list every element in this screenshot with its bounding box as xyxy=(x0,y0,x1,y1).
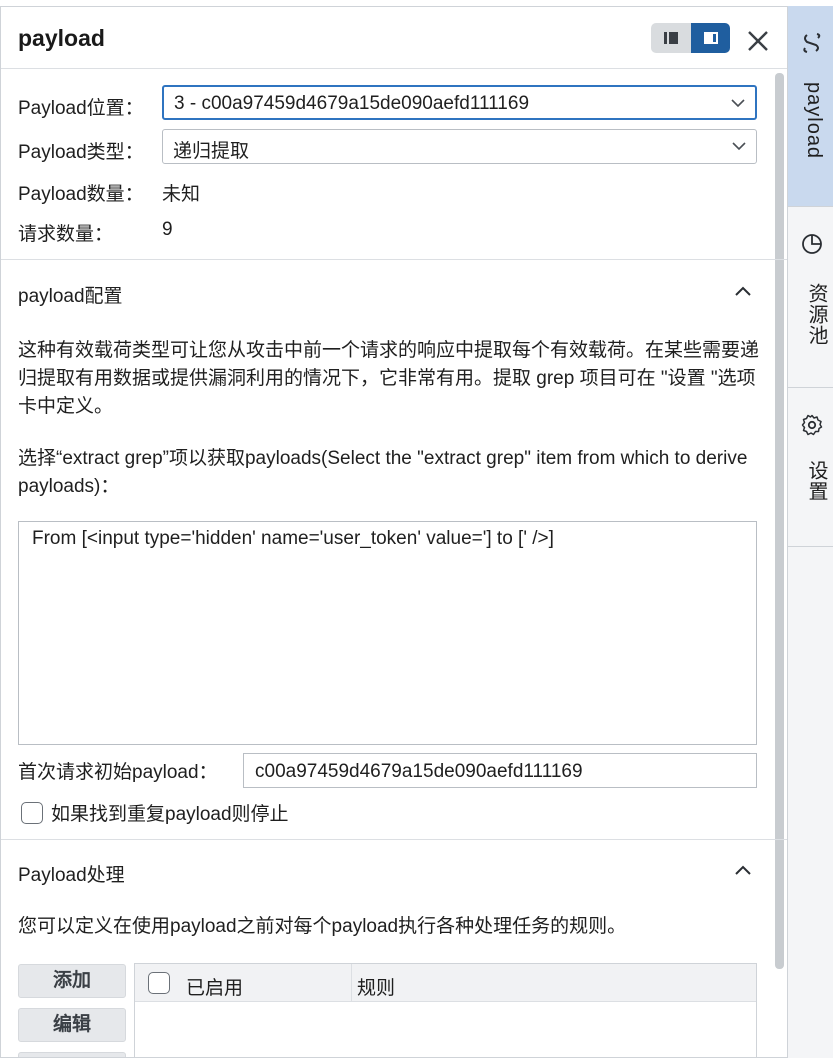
payload-processing-description: 您可以定义在使用payload之前对每个payload执行各种处理任务的规则。 xyxy=(18,916,627,937)
payload-type-value: 递归提取 xyxy=(173,141,250,162)
payload-position-select[interactable]: 3 - c00a97459d4679a15de090aefd111169 xyxy=(162,85,757,120)
payload-position-label: Payload位置： xyxy=(18,98,144,119)
initial-payload-label: 首次请求初始payload： xyxy=(18,762,218,783)
split-layout-button[interactable] xyxy=(691,23,730,53)
stop-on-duplicate-checkbox[interactable] xyxy=(21,802,43,824)
list-layout-button[interactable] xyxy=(651,23,691,53)
request-count-label: 请求数量： xyxy=(18,224,114,245)
payload-config-description: 这种有效载荷类型可让您从攻击中前一个请求的响应中提取每个有效载荷。在某些需要递归… xyxy=(18,340,760,417)
gear-icon xyxy=(801,414,823,436)
dock-tab-settings[interactable]: 设置 xyxy=(788,388,833,547)
chevron-up-icon[interactable] xyxy=(734,864,752,876)
payload-count-value: 未知 xyxy=(162,184,201,205)
column-separator xyxy=(351,964,352,1002)
column-rule[interactable]: 规则 xyxy=(357,973,395,1000)
chevron-down-icon xyxy=(732,142,746,151)
initial-payload-value: c00a97459d4679a15de090aefd111169 xyxy=(255,761,583,782)
vertical-scrollbar[interactable] xyxy=(775,73,784,969)
payload-count-label: Payload数量： xyxy=(18,184,144,205)
section-divider xyxy=(1,259,787,260)
list-layout-icon xyxy=(664,32,678,44)
dock-tab-payload[interactable]: payload xyxy=(788,6,833,207)
table-header: 已启用 规则 xyxy=(135,964,756,1002)
initial-payload-field[interactable]: c00a97459d4679a15de090aefd111169 xyxy=(243,753,757,788)
dock-tab-label: payload xyxy=(803,82,825,160)
section-divider xyxy=(1,839,787,840)
payload-processing-title: Payload处理 xyxy=(18,865,125,886)
payload-type-select[interactable]: 递归提取 xyxy=(162,129,757,164)
more-rule-button[interactable] xyxy=(18,1052,126,1057)
panel-title: payload xyxy=(18,25,105,51)
payloads-window: payload Payload位置： 3 - c00a97459d4679a15… xyxy=(0,0,833,1058)
extract-grep-prompt: 选择“extract grep”项以获取payloads(Select the … xyxy=(18,448,748,497)
dock-tab-resource-pool[interactable]: 资源池 xyxy=(788,207,833,388)
processing-rules-table: 已启用 规则 xyxy=(134,963,757,1057)
payload-panel: payload Payload位置： 3 - c00a97459d4679a15… xyxy=(0,6,787,1058)
payload-icon xyxy=(803,33,821,53)
split-layout-icon xyxy=(704,32,718,44)
payload-position-value: 3 - c00a97459d4679a15de090aefd111169 xyxy=(174,93,530,114)
edit-rule-button[interactable]: 编辑 xyxy=(18,1008,126,1042)
extract-grep-list[interactable]: From [<input type='hidden' name='user_to… xyxy=(18,521,757,745)
panel-header: payload xyxy=(1,7,787,69)
close-icon[interactable] xyxy=(746,29,770,53)
resource-pool-icon xyxy=(802,234,822,254)
add-rule-button[interactable]: 添加 xyxy=(18,964,126,998)
payload-type-label: Payload类型： xyxy=(18,142,144,163)
dock-tab-label: 资源池 xyxy=(805,283,827,346)
chevron-up-icon[interactable] xyxy=(734,285,752,297)
right-dock: payload 资源池 设置 xyxy=(787,6,833,1058)
chevron-down-icon xyxy=(731,99,745,108)
select-all-checkbox[interactable] xyxy=(148,972,170,994)
view-toggle xyxy=(651,23,730,53)
dock-tab-label: 设置 xyxy=(805,460,827,502)
payload-config-title: payload配置 xyxy=(18,286,123,307)
stop-on-duplicate-label: 如果找到重复payload则停止 xyxy=(51,804,289,825)
request-count-value: 9 xyxy=(162,219,173,240)
extract-grep-item[interactable]: From [<input type='hidden' name='user_to… xyxy=(32,528,554,550)
column-enabled[interactable]: 已启用 xyxy=(186,973,243,1000)
